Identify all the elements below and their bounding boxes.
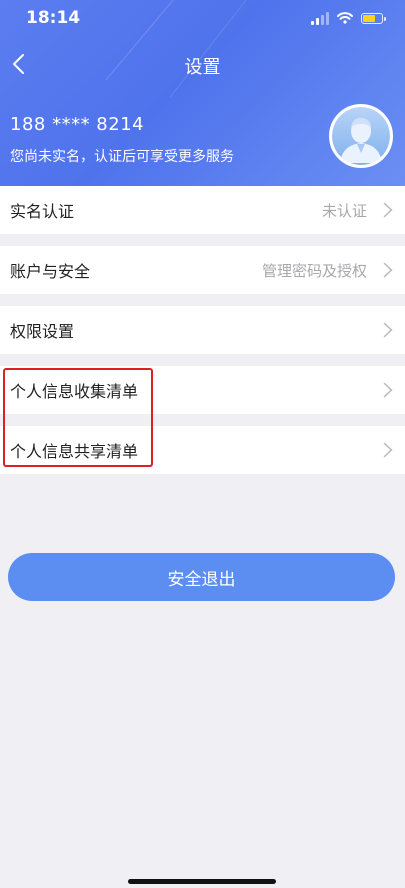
highlight-box bbox=[3, 368, 153, 467]
menu-item-real-name[interactable]: 实名认证 未认证 bbox=[0, 186, 405, 234]
wifi-icon bbox=[337, 12, 353, 24]
logout-button[interactable]: 安全退出 bbox=[8, 553, 395, 601]
menu-item-value: 管理密码及授权 bbox=[261, 261, 367, 280]
chevron-right-icon bbox=[383, 442, 393, 458]
phone-number: 188 **** 8214 bbox=[10, 114, 145, 135]
status-time: 18:14 bbox=[26, 8, 81, 28]
signal-icon bbox=[311, 11, 329, 25]
avatar[interactable] bbox=[329, 104, 393, 168]
menu-item-label: 实名认证 bbox=[10, 202, 75, 221]
menu-item-label: 账户与安全 bbox=[10, 262, 91, 281]
page-title: 设置 bbox=[184, 57, 221, 78]
home-indicator bbox=[128, 879, 276, 884]
chevron-right-icon bbox=[383, 202, 393, 218]
menu-item-account-security[interactable]: 账户与安全 管理密码及授权 bbox=[0, 246, 405, 294]
menu-item-value: 未认证 bbox=[321, 201, 367, 220]
menu-item-permission-settings[interactable]: 权限设置 bbox=[0, 306, 405, 354]
user-avatar-icon bbox=[332, 107, 390, 165]
battery-icon bbox=[361, 12, 386, 24]
chevron-right-icon bbox=[383, 262, 393, 278]
menu-item-label: 权限设置 bbox=[10, 322, 75, 341]
chevron-right-icon bbox=[383, 382, 393, 398]
chevron-right-icon bbox=[383, 322, 393, 338]
status-icons bbox=[311, 10, 386, 26]
verification-hint: 您尚未实名，认证后可享受更多服务 bbox=[10, 149, 234, 165]
profile-header: 18:14 设置 188 **** 8214 您尚未实名，认证后可享受更多服务 bbox=[0, 0, 405, 186]
